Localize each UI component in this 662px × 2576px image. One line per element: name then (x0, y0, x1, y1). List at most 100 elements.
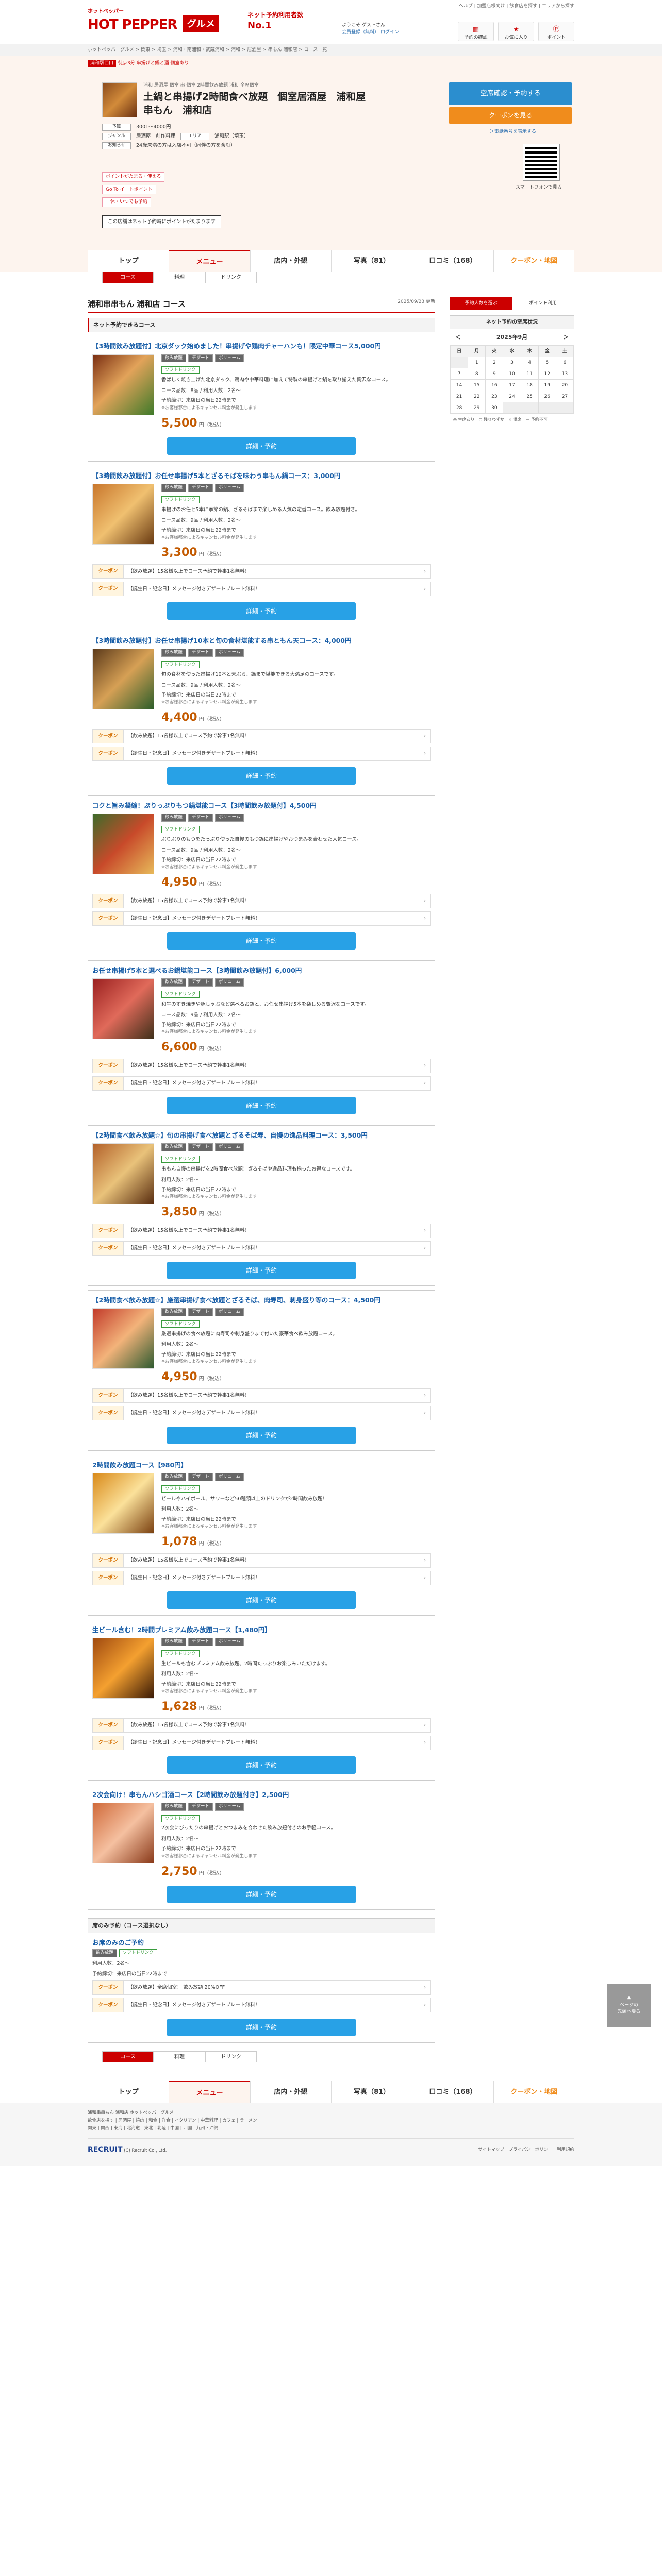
course-photo[interactable] (92, 354, 154, 415)
reserve-button[interactable]: 空席確認・予約する (449, 82, 572, 105)
detail-reserve-button[interactable]: 詳細・予約 (167, 767, 356, 785)
course-title[interactable]: 生ビール含む！2時間プレミアム飲み放題コース【1,480円】 (88, 1620, 435, 1638)
course-coupon[interactable]: クーポン 【飲み放題】15名様以上でコース予約で幹事1名無料！ › (92, 1553, 431, 1568)
calendar-day[interactable]: 30 (485, 402, 504, 414)
calendar-day[interactable]: 3 (503, 357, 521, 369)
course-title[interactable]: 2次会向け！串もんハシゴ酒コース【2時間飲み放題付き】2,500円 (88, 1785, 435, 1803)
course-photo[interactable] (92, 1637, 154, 1699)
badge[interactable]: ポイントがたまる・使える (102, 172, 165, 182)
detail-reserve-button[interactable]: 詳細・予約 (167, 1096, 356, 1114)
tab-photos[interactable]: 写真（81） (330, 2080, 412, 2103)
detail-reserve-button[interactable]: 詳細・予約 (167, 602, 356, 620)
course-photo[interactable] (92, 1472, 154, 1534)
reservation-check-button[interactable]: ▦ 予約の確認 (458, 22, 494, 41)
calendar-day[interactable]: 6 (555, 357, 574, 369)
favorites-button[interactable]: ★ お気に入り (498, 22, 534, 41)
tab-coupon-map[interactable]: クーポン・地図 (493, 250, 574, 272)
course-coupon[interactable]: クーポン 【飲み放題】15名様以上でコース予約で幹事1名無料！ › (92, 1223, 431, 1238)
point-notice[interactable]: この店舗はネット予約時にポイントがたまります (102, 215, 221, 229)
course-title[interactable]: 【3時間飲み放題付】お任せ串揚げ5本とざるそばを味わう串もん鍋コース：3,000… (88, 466, 435, 484)
detail-reserve-button[interactable]: 詳細・予約 (167, 1756, 356, 1774)
course-title[interactable]: 【3時間飲み放題付】北京ダック始めました！串揚げや鶏肉チャーハンも！限定中華コー… (88, 336, 435, 354)
detail-reserve-button[interactable]: 詳細・予約 (167, 1426, 356, 1444)
tab-interior[interactable]: 店内・外観 (250, 2080, 331, 2103)
calendar-day[interactable]: 20 (555, 379, 574, 392)
calendar-day[interactable]: 7 (450, 368, 469, 380)
meta-value[interactable]: 居酒屋 創作料理 (136, 133, 175, 140)
calendar-day[interactable]: 29 (468, 402, 486, 414)
calendar-day[interactable]: 4 (520, 357, 539, 369)
subtab-course[interactable]: コース (102, 272, 154, 283)
calendar-day[interactable]: 21 (450, 391, 469, 403)
detail-reserve-button[interactable]: 詳細・予約 (167, 437, 356, 455)
tab-coupon-map[interactable]: クーポン・地図 (493, 2080, 574, 2103)
calendar-day[interactable]: 9 (485, 368, 504, 380)
next-month-button[interactable]: ＞ (563, 333, 569, 341)
course-coupon[interactable]: クーポン 【誕生日・記念日】メッセージ付きデザートプレート無料！ › (92, 1570, 431, 1585)
badge[interactable]: Go To イートポイント (102, 184, 156, 195)
calendar-day[interactable]: 22 (468, 391, 486, 403)
subtab-drink[interactable]: ドリンク (205, 272, 257, 283)
calendar-day[interactable]: 13 (555, 368, 574, 380)
calendar-day[interactable]: 15 (468, 379, 486, 392)
subtab-course[interactable]: コース (102, 2050, 154, 2062)
course-coupon[interactable]: クーポン 【誕生日・記念日】メッセージ付きデザートプレート無料！ › (92, 1405, 431, 1420)
seat-detail-button[interactable]: 詳細・予約 (167, 2018, 356, 2036)
detail-reserve-button[interactable]: 詳細・予約 (167, 1591, 356, 1609)
tab-menu[interactable]: メニュー (169, 250, 250, 272)
badge[interactable]: 一休・いつでも予約 (102, 197, 152, 207)
footer-area-links[interactable]: 関東 | 関西 | 東海 | 北海道 | 東北 | 北陸 | 中国 | 四国 |… (88, 2125, 574, 2132)
seat-title[interactable]: お席のみのご予約 (88, 1933, 435, 1950)
breadcrumb[interactable]: ホットペッパーグルメ > 関東 > 埼玉 > 浦和・南浦和・武蔵浦和 > 浦和 … (0, 44, 662, 56)
course-coupon[interactable]: クーポン 【飲み放題】15名様以上でコース予約で幹事1名無料！ › (92, 729, 431, 744)
shop-thumbnail[interactable] (102, 82, 137, 117)
course-coupon[interactable]: クーポン 【飲み放題】15名様以上でコース予約で幹事1名無料！ › (92, 1058, 431, 1073)
subtab-food[interactable]: 料理 (154, 272, 205, 283)
calendar-day[interactable]: 10 (503, 368, 521, 380)
prev-month-button[interactable]: ＜ (455, 333, 461, 341)
tab-reviews[interactable]: 口コミ（168） (412, 2080, 493, 2103)
calendar-day[interactable]: 1 (468, 357, 486, 369)
course-photo[interactable] (92, 1308, 154, 1369)
detail-reserve-button[interactable]: 詳細・予約 (167, 932, 356, 950)
course-coupon[interactable]: クーポン 【誕生日・記念日】メッセージ付きデザートプレート無料！ › (92, 1241, 431, 1256)
course-photo[interactable] (92, 484, 154, 545)
course-coupon[interactable]: クーポン 【飲み放題】15名様以上でコース予約で幹事1名無料！ › (92, 564, 431, 579)
subtab-drink[interactable]: ドリンク (205, 2050, 257, 2062)
course-photo[interactable] (92, 814, 154, 875)
course-title[interactable]: コクと旨み凝縮！ぷりっぷりもつ鍋堪能コース【3時間飲み放題付】4,500円 (88, 796, 435, 814)
phone-link[interactable]: ＞電話番号を表示する (490, 129, 536, 135)
course-photo[interactable] (92, 978, 154, 1040)
course-coupon[interactable]: クーポン 【飲み放題】15名様以上でコース予約で幹事1名無料！ › (92, 1388, 431, 1403)
footer-policy-links[interactable]: サイトマップ プライバシーポリシー 利用規約 (478, 2146, 574, 2154)
course-coupon[interactable]: クーポン 【誕生日・記念日】メッセージ付きデザートプレート無料！ › (92, 1076, 431, 1091)
calendar-day[interactable]: 16 (485, 379, 504, 392)
meta-value[interactable]: 浦和駅（埼玉） (214, 133, 249, 140)
seat-coupon[interactable]: クーポン 【飲み放題】全席個室！ 飲み放題 20%OFF › (92, 1980, 431, 1995)
course-photo[interactable] (92, 649, 154, 710)
tab-reviews[interactable]: 口コミ（168） (412, 250, 493, 272)
recruit-logo[interactable]: RECRUIT (88, 2146, 123, 2154)
course-coupon[interactable]: クーポン 【誕生日・記念日】メッセージ付きデザートプレート無料！ › (92, 1735, 431, 1750)
course-coupon[interactable]: クーポン 【誕生日・記念日】メッセージ付きデザートプレート無料！ › (92, 747, 431, 761)
calendar-day[interactable]: 23 (485, 391, 504, 403)
course-coupon[interactable]: クーポン 【誕生日・記念日】メッセージ付きデザートプレート無料！ › (92, 582, 431, 597)
calendar-day[interactable]: 25 (520, 391, 539, 403)
calendar-day[interactable]: 2 (485, 357, 504, 369)
calendar-day[interactable]: 18 (520, 379, 539, 392)
course-title[interactable]: 【2時間食べ飲み放題☆】厳選串揚げ食べ放題とざるそば、肉寿司、刺身盛り等のコース… (88, 1291, 435, 1308)
calendar-day[interactable]: 11 (520, 368, 539, 380)
coupon-button[interactable]: クーポンを見る (449, 107, 572, 124)
course-coupon[interactable]: クーポン 【飲み放題】15名様以上でコース予約で幹事1名無料！ › (92, 1718, 431, 1733)
calendar-day[interactable]: 17 (503, 379, 521, 392)
site-logo[interactable]: ホットペッパー HOT PEPPER グルメ (88, 8, 219, 34)
course-title[interactable]: 【3時間飲み放題付】お任せ串揚げ10本と旬の食材堪能する串ともん天コース：4,0… (88, 631, 435, 649)
calendar-day[interactable]: 26 (538, 391, 556, 403)
course-photo[interactable] (92, 1143, 154, 1205)
header-links[interactable]: ヘルプ | 加盟店様向け | 飲食店を探す | エリアから探す (317, 3, 574, 10)
breadcrumb-text[interactable]: ホットペッパーグルメ > 関東 > 埼玉 > 浦和・南浦和・武蔵浦和 > 浦和 … (88, 47, 574, 54)
tab-top[interactable]: トップ (88, 2080, 169, 2103)
calendar-day[interactable]: 27 (555, 391, 574, 403)
login-link[interactable]: 会員登録（無料） ログイン (342, 29, 399, 36)
calendar-day[interactable]: 24 (503, 391, 521, 403)
